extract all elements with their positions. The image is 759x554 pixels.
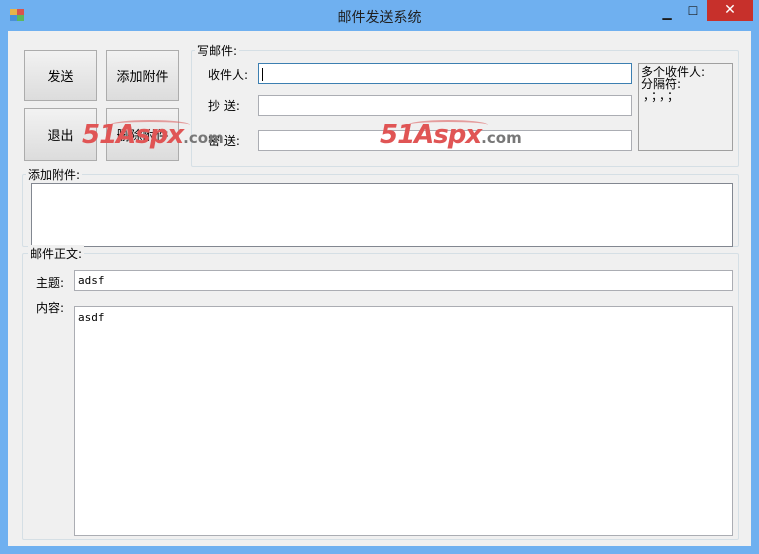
watermark-swoosh-2 (408, 120, 488, 130)
close-button[interactable]: ✕ (707, 0, 753, 21)
subject-input-value: adsf (78, 274, 105, 287)
content-textarea-value: asdf (78, 311, 105, 324)
exit-button[interactable]: 退出 (24, 108, 97, 161)
hint-separators: ，；，； (643, 89, 682, 103)
window-title: 邮件发送系统 (337, 10, 422, 26)
body-legend: 邮件正文: (28, 245, 85, 262)
to-label: 收件人: (208, 68, 249, 82)
content-textarea[interactable]: asdf (74, 306, 733, 536)
delete-attachment-button[interactable]: 删除附件 (106, 108, 179, 161)
add-attachment-button[interactable]: 添加附件 (106, 50, 179, 101)
bcc-label: 密 送: (208, 134, 240, 148)
watermark-swoosh-1 (110, 120, 190, 130)
subject-input[interactable]: adsf (74, 270, 733, 291)
bcc-input[interactable] (258, 130, 632, 151)
attachment-legend: 添加附件: (26, 166, 83, 183)
minimize-button[interactable]: ▁ (656, 4, 678, 22)
subject-label: 主题: (36, 276, 65, 290)
cc-label: 抄 送: (208, 99, 240, 113)
maximize-button[interactable]: ☐ (682, 2, 704, 20)
content-label: 内容: (36, 301, 65, 315)
to-input[interactable] (258, 63, 632, 84)
cc-input[interactable] (258, 95, 632, 116)
text-caret (262, 67, 263, 81)
compose-legend: 写邮件: (195, 42, 240, 59)
attachment-list[interactable] (31, 183, 733, 247)
send-button[interactable]: 发送 (24, 50, 97, 101)
